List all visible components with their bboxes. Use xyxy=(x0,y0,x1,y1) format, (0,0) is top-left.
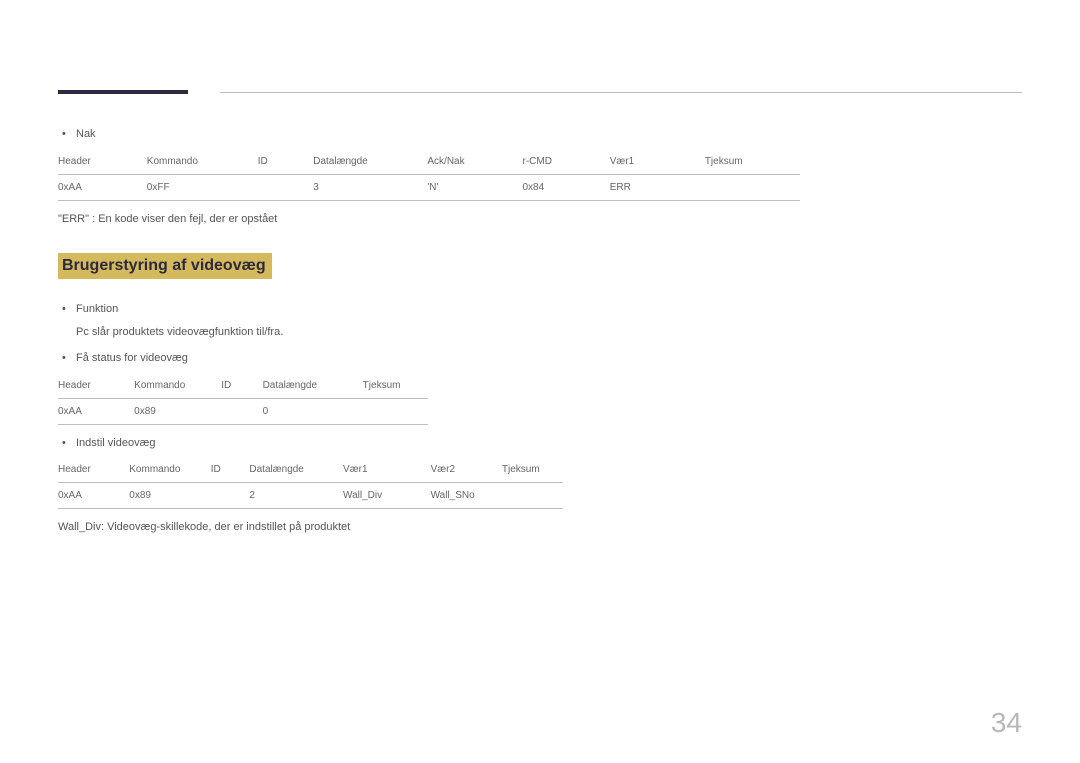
col-header: Kommando xyxy=(129,457,210,483)
col-header: Vær1 xyxy=(610,149,705,175)
col-header: r-CMD xyxy=(523,149,610,175)
nak-bullet: Nak xyxy=(58,126,1022,143)
section-heading: Brugerstyring af videovæg xyxy=(58,253,272,279)
wall-div-note: Wall_Div: Videovæg-skillekode, der er in… xyxy=(58,519,1022,536)
cell: 0xAA xyxy=(58,483,129,509)
cell: 'N' xyxy=(427,174,522,200)
table-header-row: Header Kommando ID Datalængde Tjeksum xyxy=(58,373,428,399)
col-header: Tjeksum xyxy=(363,373,428,399)
col-header: Kommando xyxy=(147,149,258,175)
col-header: Datalængde xyxy=(249,457,343,483)
col-header: ID xyxy=(221,373,262,399)
col-header: Vær1 xyxy=(343,457,431,483)
cell: 0x89 xyxy=(134,398,221,424)
page-content: Nak Header Kommando ID Datalængde Ack/Na… xyxy=(58,118,1022,554)
cell: 0x89 xyxy=(129,483,210,509)
col-header: Ack/Nak xyxy=(427,149,522,175)
col-header: Header xyxy=(58,457,129,483)
cell: 0xAA xyxy=(58,174,147,200)
nak-table: Header Kommando ID Datalængde Ack/Nak r-… xyxy=(58,149,800,201)
header-accent-bar xyxy=(58,90,188,94)
cell: 0 xyxy=(263,398,363,424)
cell: 3 xyxy=(313,174,427,200)
col-header: Header xyxy=(58,149,147,175)
cell: 0xFF xyxy=(147,174,258,200)
col-header: ID xyxy=(211,457,250,483)
cell: Wall_SNo xyxy=(431,483,502,509)
cell xyxy=(502,483,563,509)
col-header: Datalængde xyxy=(263,373,363,399)
table-row: 0xAA 0x89 2 Wall_Div Wall_SNo xyxy=(58,483,563,509)
cell xyxy=(363,398,428,424)
cell: 2 xyxy=(249,483,343,509)
cell xyxy=(705,174,800,200)
get-status-bullet: Få status for videovæg xyxy=(58,350,1022,367)
col-header: Tjeksum xyxy=(502,457,563,483)
table-header-row: Header Kommando ID Datalængde Ack/Nak r-… xyxy=(58,149,800,175)
err-note: "ERR" : En kode viser den fejl, der er o… xyxy=(58,211,1022,228)
header-rule xyxy=(220,92,1022,93)
set-wall-table: Header Kommando ID Datalængde Vær1 Vær2 … xyxy=(58,457,563,509)
col-header: Kommando xyxy=(134,373,221,399)
funktion-bullet: Funktion xyxy=(58,301,1022,318)
table-row: 0xAA 0x89 0 xyxy=(58,398,428,424)
cell: 0xAA xyxy=(58,398,134,424)
col-header: Datalængde xyxy=(313,149,427,175)
col-header: ID xyxy=(258,149,313,175)
set-wall-bullet: Indstil videovæg xyxy=(58,435,1022,452)
cell xyxy=(221,398,262,424)
cell: Wall_Div xyxy=(343,483,431,509)
cell xyxy=(258,174,313,200)
col-header: Tjeksum xyxy=(705,149,800,175)
col-header: Vær2 xyxy=(431,457,502,483)
page-container: Nak Header Kommando ID Datalængde Ack/Na… xyxy=(0,0,1080,763)
get-status-table: Header Kommando ID Datalængde Tjeksum 0x… xyxy=(58,373,428,425)
col-header: Header xyxy=(58,373,134,399)
funktion-sub: Pc slår produktets videovægfunktion til/… xyxy=(58,324,1022,341)
page-number: 34 xyxy=(991,707,1022,739)
cell xyxy=(211,483,250,509)
table-row: 0xAA 0xFF 3 'N' 0x84 ERR xyxy=(58,174,800,200)
cell: 0x84 xyxy=(523,174,610,200)
table-header-row: Header Kommando ID Datalængde Vær1 Vær2 … xyxy=(58,457,563,483)
cell: ERR xyxy=(610,174,705,200)
